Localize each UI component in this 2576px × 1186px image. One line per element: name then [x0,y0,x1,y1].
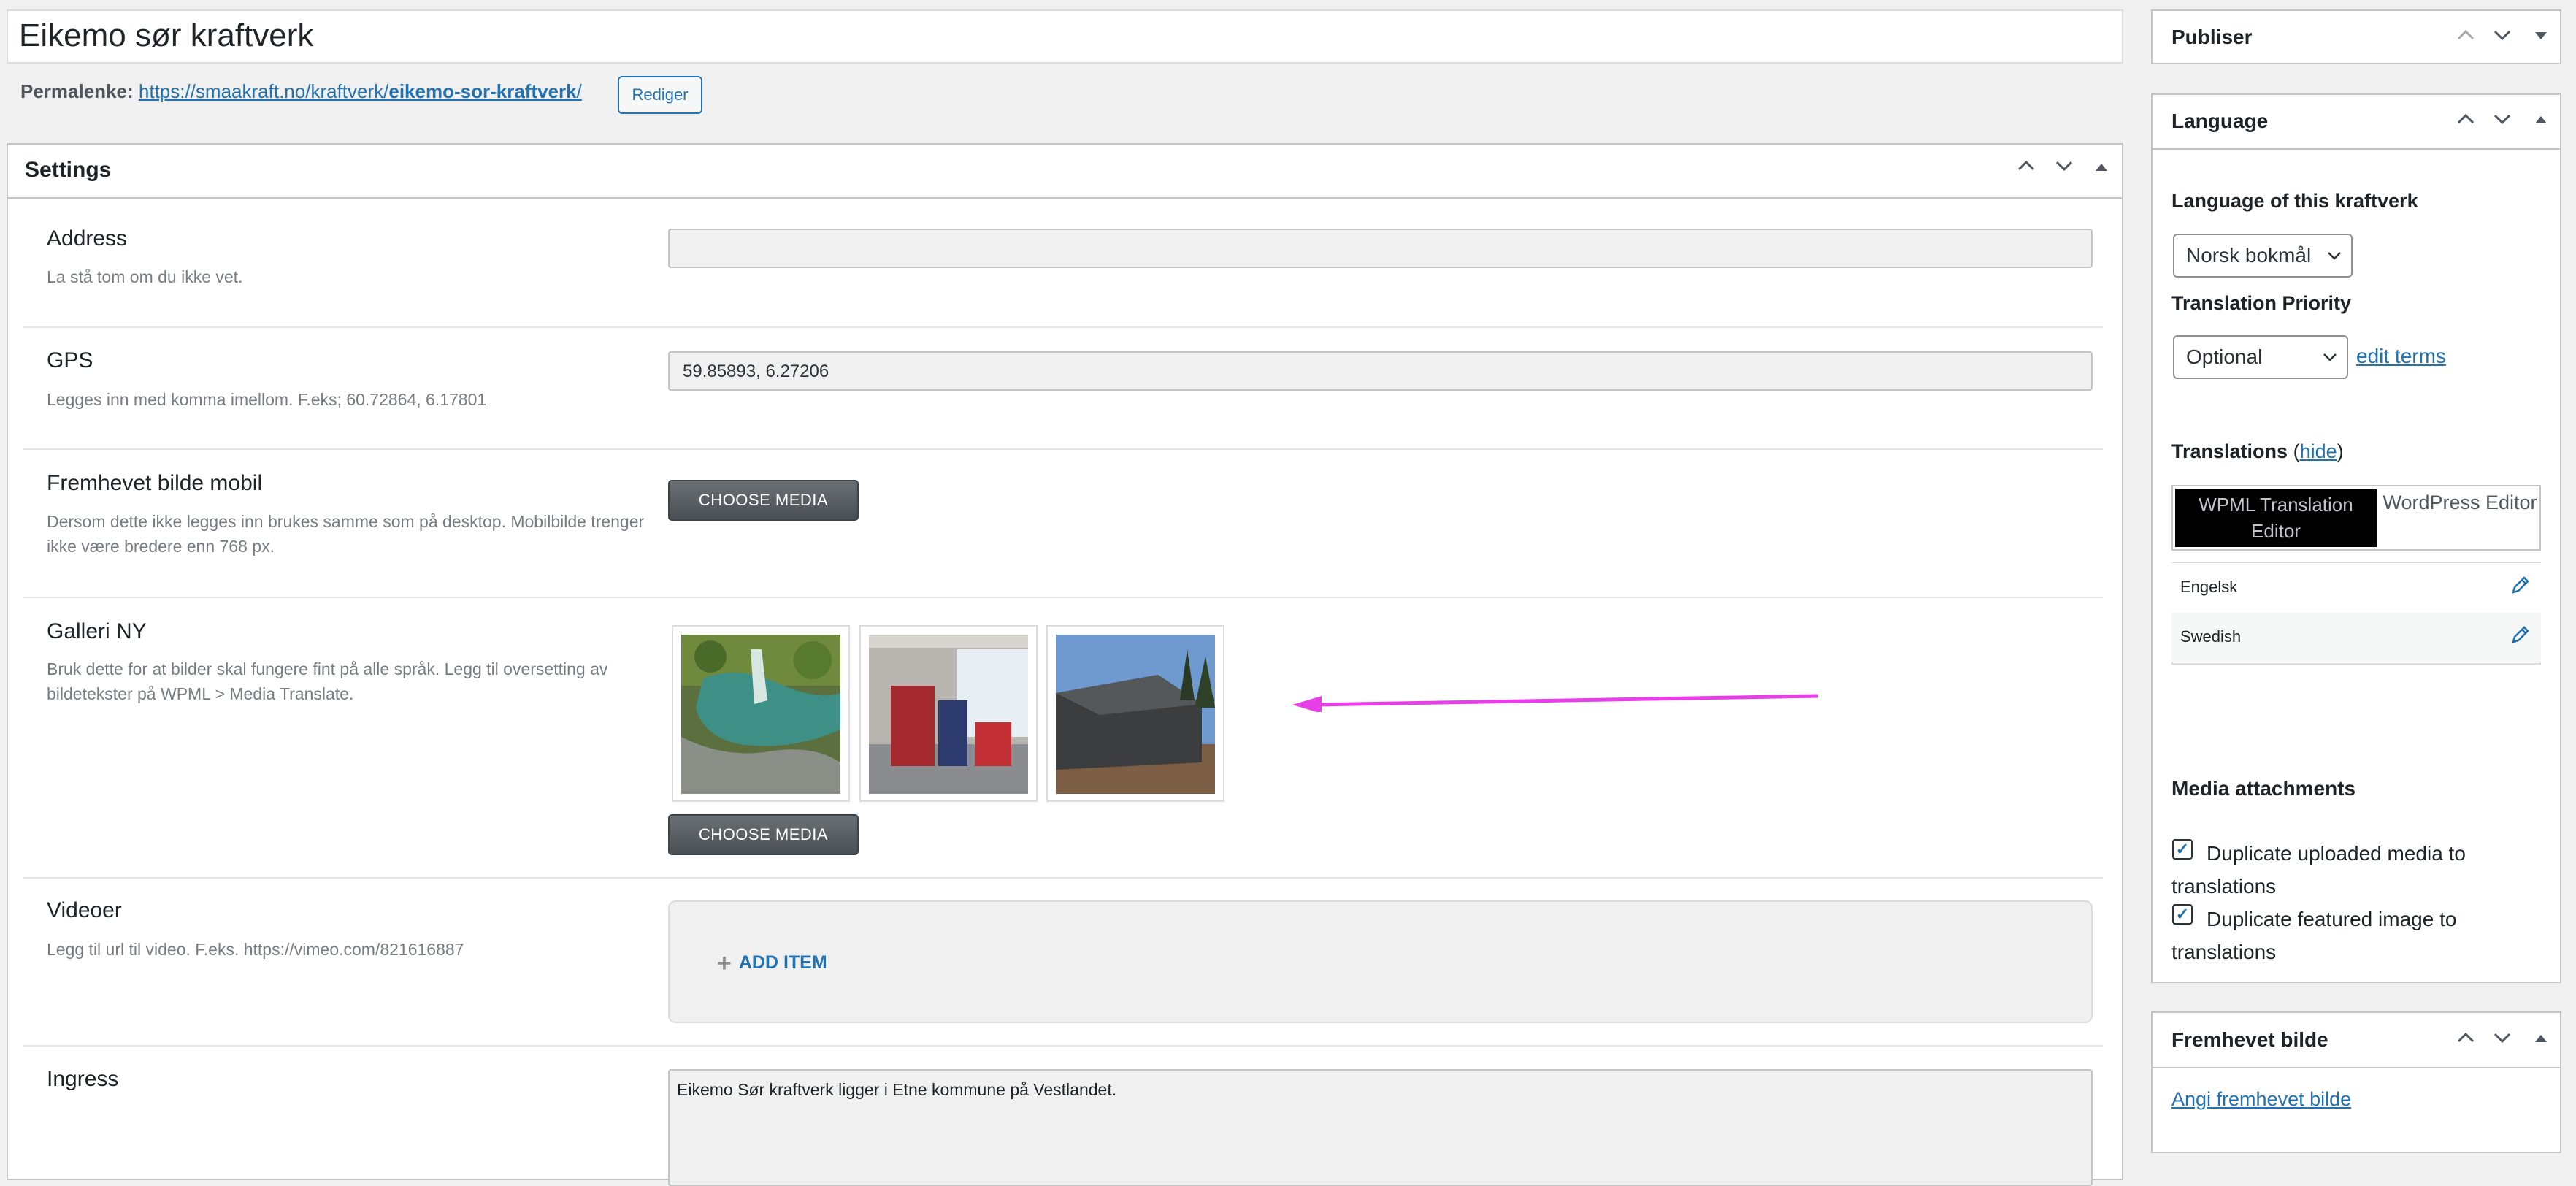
videos-desc: Legg til url til video. F.eks. https://v… [47,940,464,959]
add-item-button[interactable]: + ADD ITEM [717,949,827,978]
settings-panel-title: Settings [25,158,112,182]
chevron-down-icon[interactable] [2491,24,2513,50]
videos-repeater [668,900,2093,1023]
triangle-up-icon[interactable] [2534,1029,2548,1050]
gallery-desc: Bruk dette for at bilder skal fungere fi… [47,659,608,703]
featured-mobile-desc: Dersom dette ikke legges inn brukes samm… [47,512,645,556]
divider [23,448,2103,450]
chevron-up-icon[interactable] [2015,155,2037,183]
permalink-edit-button[interactable]: Rediger [618,76,702,114]
divider [23,1045,2103,1047]
chevron-down-icon [2328,252,2341,260]
pencil-icon[interactable] [2509,573,2532,600]
chevron-down-icon[interactable] [2053,155,2075,183]
tab-wordpress-editor[interactable]: WordPress Editor [2379,491,2541,514]
chevron-up-icon[interactable] [2455,1027,2477,1052]
divider [23,326,2103,328]
tab-wpml-translation-editor[interactable]: WPML Translation Editor [2175,489,2377,547]
chevron-up-icon[interactable] [2455,108,2477,134]
divider [23,597,2103,598]
hide-paren-open: ( [2293,440,2300,462]
building-image [1056,635,1215,794]
language-title: Language [2171,110,2269,132]
settings-panel-header [7,143,2123,199]
permalink-url-tail: / [576,80,582,102]
divider [23,877,2103,879]
permalink-slug: eikemo-sor-kraftverk [388,80,577,102]
language-select[interactable]: Norsk bokmål [2173,234,2353,278]
translations-label: Translations (hide) [2171,440,2344,463]
featured-mobile-choose-media-button[interactable]: CHOOSE MEDIA [668,480,859,521]
videos-label: Videoer [47,898,122,922]
translation-priority-select[interactable]: Optional [2173,335,2348,379]
address-field[interactable] [668,229,2093,268]
language-of-post-label: Language of this kraftverk [2171,190,2418,212]
duplicate-media-label: Duplicate uploaded media to translations [2171,842,2466,898]
waterfall-image [681,635,840,794]
translation-row-english: Engelsk [2171,563,2541,613]
add-item-label: ADD ITEM [738,952,827,973]
translation-row-swedish: Swedish [2171,613,2541,662]
gps-field[interactable]: 59.85893, 6.27206 [668,351,2093,391]
translation-priority-value: Optional [2186,345,2263,368]
gallery-thumbnail[interactable] [672,625,850,802]
chevron-down-icon [2323,353,2337,361]
chevron-up-icon[interactable] [2455,24,2477,50]
translation-language: Engelsk [2180,578,2238,596]
duplicate-featured-label: Duplicate featured image to translations [2171,908,2457,963]
divider [2151,1067,2561,1068]
featured-image-title: Fremhevet bilde [2171,1028,2328,1051]
gallery-choose-media-button[interactable]: CHOOSE MEDIA [668,814,859,855]
pencil-icon[interactable] [2509,623,2532,650]
triangle-up-icon[interactable] [2534,110,2548,131]
translations-title: Translations [2171,440,2288,462]
post-title-text: Eikemo sør kraftverk [19,18,314,53]
chevron-down-icon[interactable] [2491,1027,2513,1052]
annotation-arrow-icon [1292,694,1819,712]
post-title-input[interactable] [7,9,2123,64]
plus-icon: + [717,949,732,977]
hide-translations-link[interactable]: hide [2300,440,2337,462]
featured-mobile-label: Fremhevet bilde mobil [47,471,263,495]
translation-language: Swedish [2180,627,2242,646]
ingress-text: Eikemo Sør kraftverk ligger i Etne kommu… [677,1080,1117,1099]
gallery-thumbnail[interactable] [1046,625,1224,802]
chevron-down-icon[interactable] [2491,108,2513,134]
address-desc: La stå tom om du ikke vet. [47,267,243,286]
permalink: Permalenke: https://smaakraft.no/kraftve… [20,80,582,103]
gps-desc: Legges inn med komma imellom. F.eks; 60.… [47,390,487,409]
permalink-url-base: https://smaakraft.no/kraftverk/ [138,80,389,102]
permalink-link[interactable]: https://smaakraft.no/kraftverk/eikemo-so… [139,80,582,102]
language-select-value: Norsk bokmål [2186,244,2312,267]
ingress-label: Ingress [47,1067,119,1091]
address-label: Address [47,226,128,250]
triangle-down-icon[interactable] [2534,26,2548,47]
gallery-label: Galleri NY [47,619,147,643]
set-featured-image-link[interactable]: Angi fremhevet bilde [2171,1088,2351,1111]
media-attachments-title: Media attachments [2171,777,2356,800]
gps-label: GPS [47,348,93,372]
divider [2151,148,2561,150]
translation-priority-label: Translation Priority [2171,292,2352,314]
publish-title: Publiser [2171,26,2253,48]
edit-terms-link[interactable]: edit terms [2356,345,2446,368]
permalink-label: Permalenke: [20,80,134,102]
hide-paren-close: ) [2337,440,2344,462]
interior-image [869,635,1028,794]
triangle-up-icon[interactable] [2094,156,2109,181]
gallery-thumbnail[interactable] [859,625,1038,802]
